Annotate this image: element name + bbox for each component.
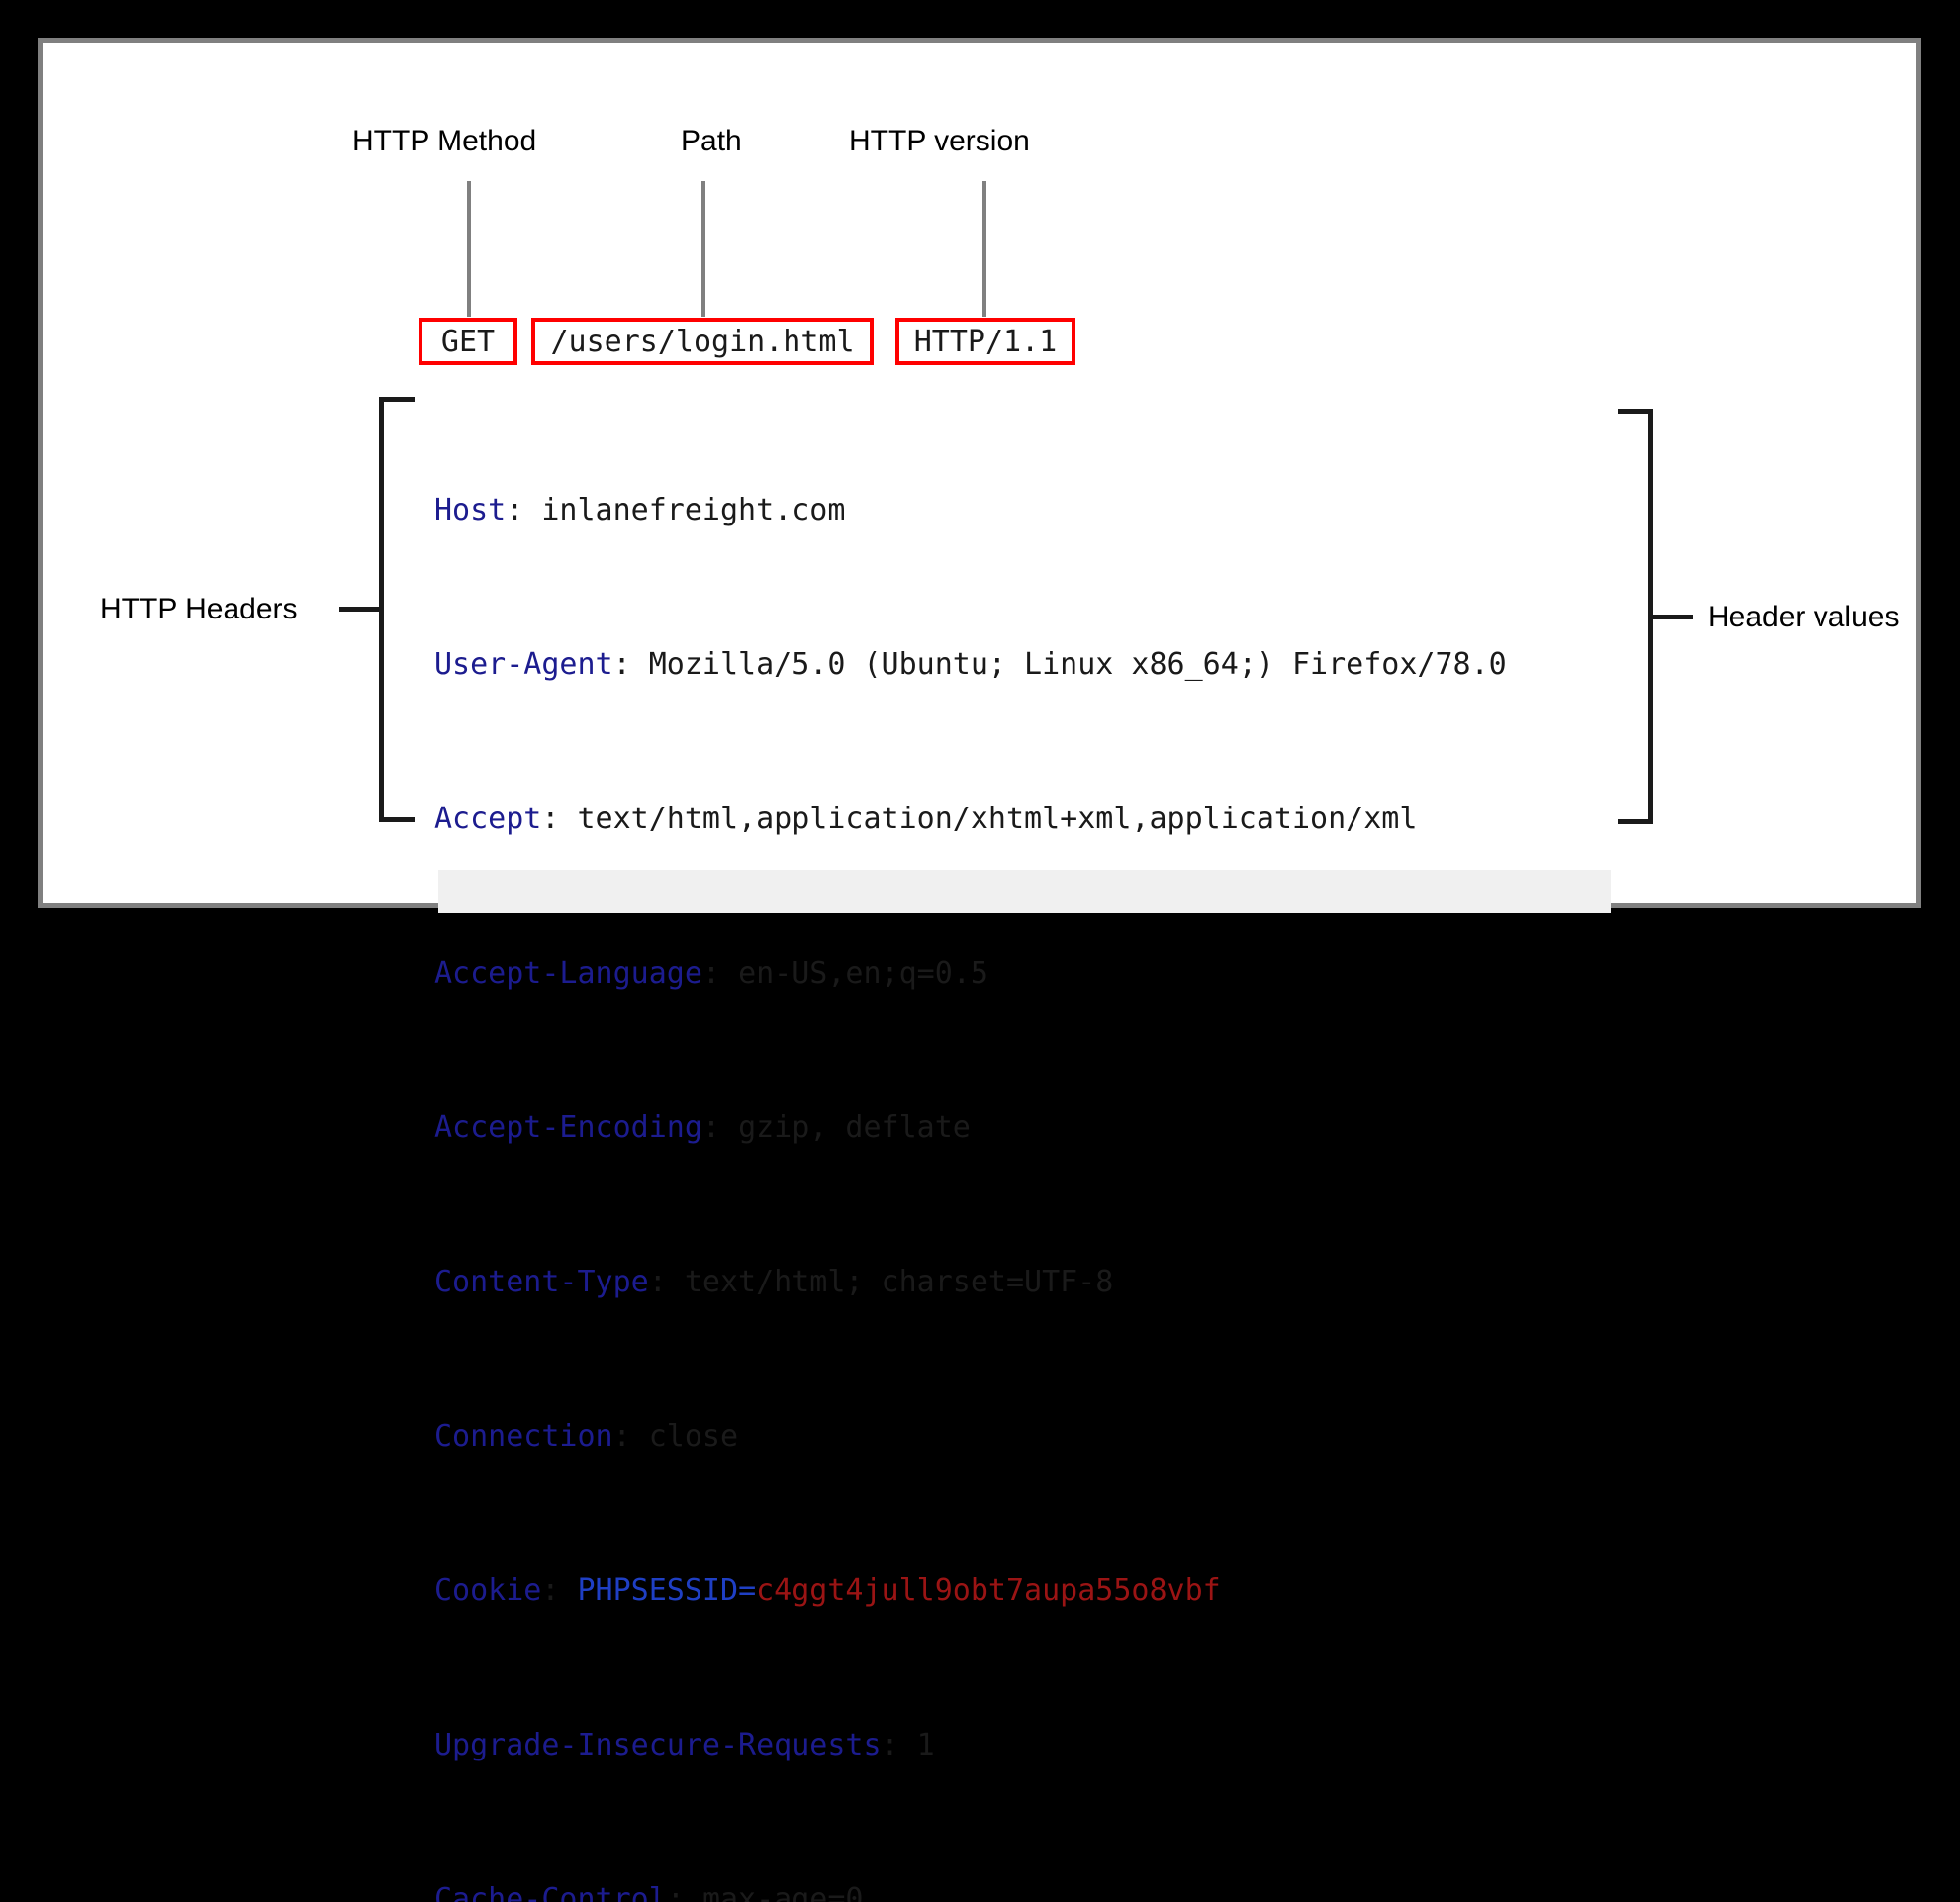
header-separator: : [541, 802, 577, 836]
cookie-equals: = [738, 1573, 756, 1608]
header-name: Accept-Language [434, 956, 702, 991]
bracket-http-headers [379, 397, 415, 822]
header-row-host: Host: inlanefreight.com [434, 491, 1507, 529]
header-separator: : [506, 493, 541, 527]
header-name: Accept-Encoding [434, 1110, 702, 1145]
callout-label-http-version: HTTP version [849, 127, 1030, 156]
header-row-accept-encoding: Accept-Encoding: gzip, deflate [434, 1108, 1507, 1147]
bracket-tick-right [1653, 615, 1693, 619]
header-row-cache-control: Cache-Control: max-age=0 [434, 1880, 1507, 1902]
highlight-box-http-method: GET [419, 318, 517, 365]
header-name: Cache-Control [434, 1882, 667, 1902]
header-row-accept-language: Accept-Language: en-US,en;q=0.5 [434, 954, 1507, 993]
header-row-connection: Connection: close [434, 1417, 1507, 1456]
header-name: Content-Type [434, 1265, 649, 1299]
header-row-content-type: Content-Type: text/html; charset=UTF-8 [434, 1263, 1507, 1301]
header-separator: : [667, 1882, 702, 1902]
cookie-key: PHPSESSID [578, 1573, 739, 1608]
callout-label-path: Path [681, 127, 742, 156]
connector-line-path [701, 181, 705, 317]
header-value: close [649, 1419, 738, 1454]
header-separator: : [541, 1573, 577, 1608]
header-separator: : [613, 1419, 649, 1454]
header-value: max-age=0 [702, 1882, 864, 1902]
cookie-value: c4ggt4jull9obt7aupa55o8vbf [756, 1573, 1221, 1608]
connector-line-method [467, 181, 471, 317]
header-value: Mozilla/5.0 (Ubuntu; Linux x86_64;) Fire… [649, 647, 1507, 682]
header-name: Host [434, 493, 506, 527]
header-row-accept: Accept: text/html,application/xhtml+xml,… [434, 800, 1507, 838]
side-label-http-headers: HTTP Headers [100, 595, 298, 624]
bracket-tick-left [339, 607, 379, 612]
header-value: text/html,application/xhtml+xml,applicat… [578, 802, 1418, 836]
header-name: User-Agent [434, 647, 613, 682]
header-name: Accept [434, 802, 541, 836]
header-name: Connection [434, 1419, 613, 1454]
highlight-box-path: /users/login.html [531, 318, 874, 365]
header-value: inlanefreight.com [541, 493, 845, 527]
http-headers-block: Host: inlanefreight.com User-Agent: Mozi… [434, 375, 1507, 1902]
header-value: en-US,en;q=0.5 [738, 956, 988, 991]
header-row-cookie: Cookie: PHPSESSID=c4ggt4jull9obt7aupa55o… [434, 1571, 1507, 1610]
callout-label-http-method: HTTP Method [352, 127, 536, 156]
bracket-header-values [1618, 409, 1653, 824]
diagram-canvas: HTTP Method Path HTTP version GET /users… [0, 0, 1960, 951]
header-separator: : [702, 956, 738, 991]
diagram-panel: HTTP Method Path HTTP version GET /users… [38, 38, 1921, 908]
highlight-box-http-version: HTTP/1.1 [895, 318, 1075, 365]
header-row-user-agent: User-Agent: Mozilla/5.0 (Ubuntu; Linux x… [434, 645, 1507, 684]
empty-body-placeholder-bar [438, 870, 1611, 913]
header-row-upgrade-insecure-requests: Upgrade-Insecure-Requests: 1 [434, 1726, 1507, 1764]
header-value: gzip, deflate [738, 1110, 971, 1145]
header-separator: : [882, 1728, 917, 1762]
header-value: 1 [917, 1728, 935, 1762]
header-separator: : [613, 647, 649, 682]
header-separator: : [702, 1110, 738, 1145]
header-name: Cookie [434, 1573, 541, 1608]
header-separator: : [649, 1265, 685, 1299]
connector-line-version [982, 181, 986, 317]
header-value: text/html; charset=UTF-8 [685, 1265, 1113, 1299]
side-label-header-values: Header values [1708, 603, 1899, 632]
header-name: Upgrade-Insecure-Requests [434, 1728, 882, 1762]
